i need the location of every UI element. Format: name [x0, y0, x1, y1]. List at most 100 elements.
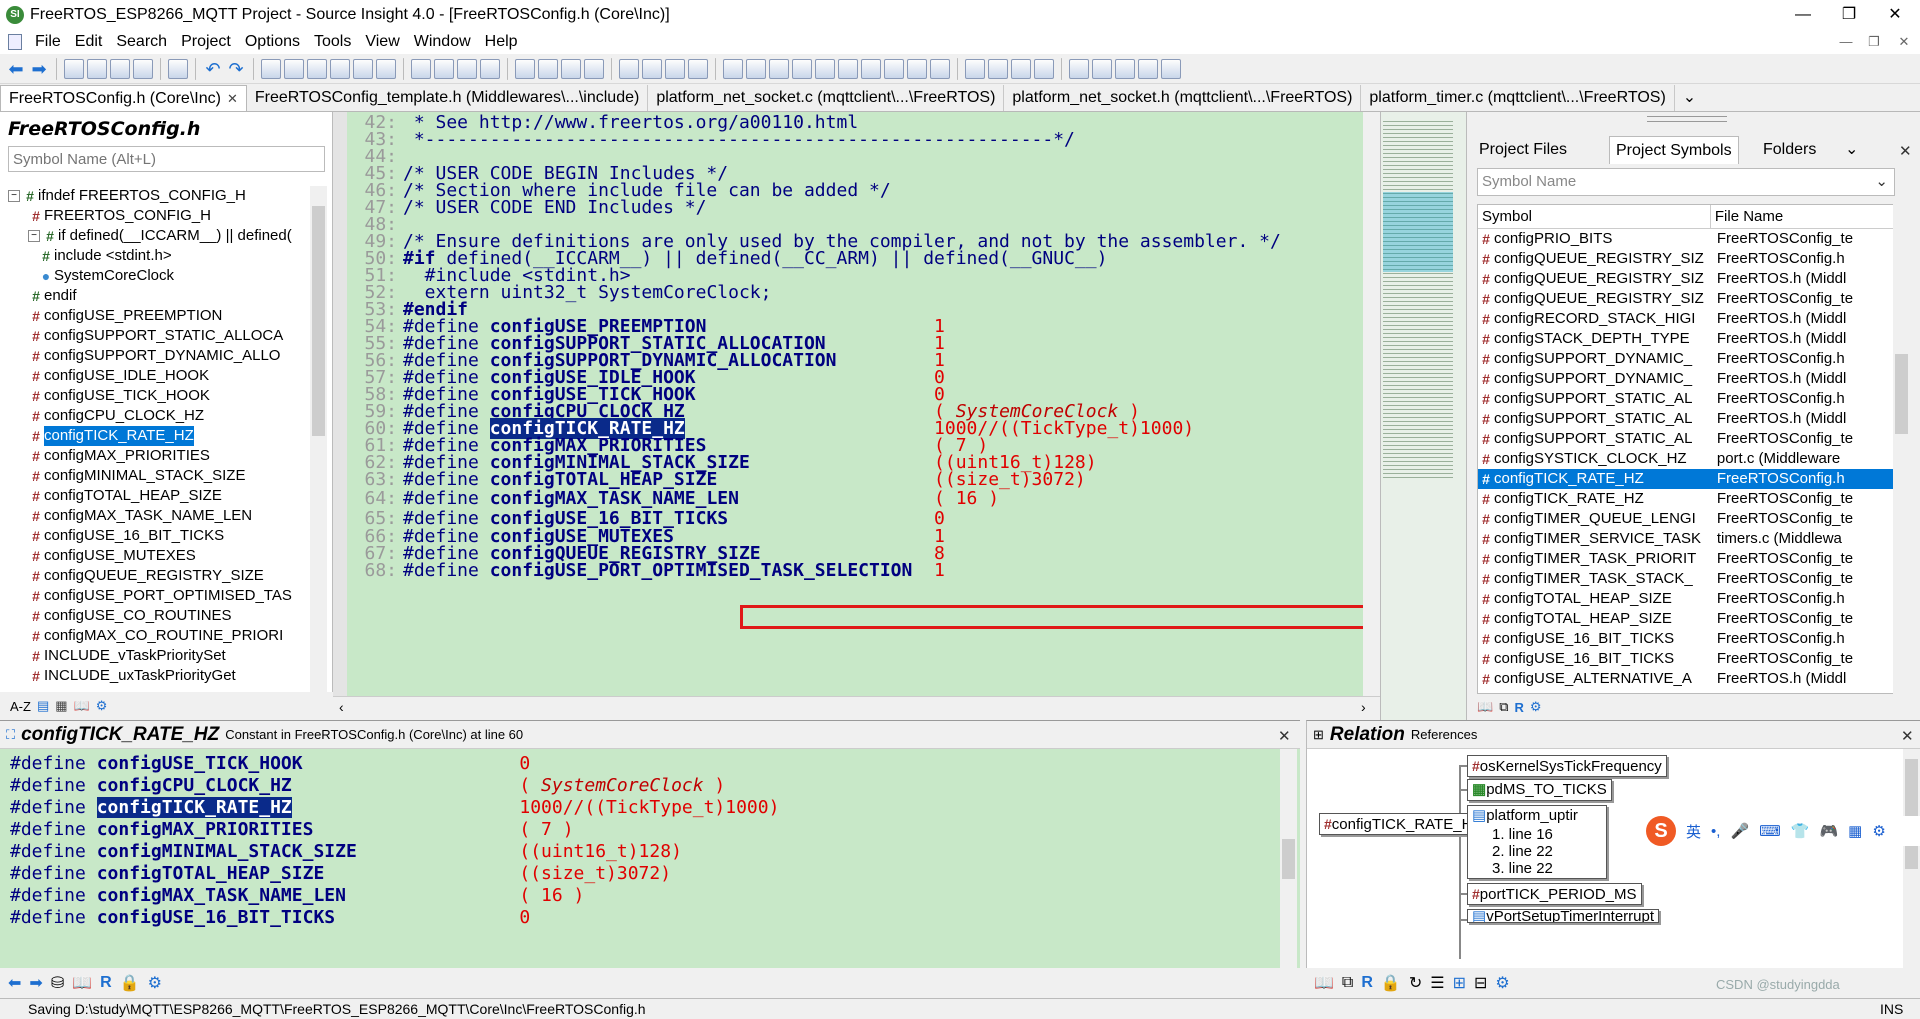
layout-3-icon[interactable]: [665, 58, 685, 79]
symbol-tree-item[interactable]: ● SystemCoreClock: [8, 266, 313, 286]
skin-icon[interactable]: 👕: [1791, 822, 1810, 840]
reference-icon[interactable]: R: [1514, 700, 1523, 715]
tab-close-icon[interactable]: ✕: [227, 91, 238, 106]
grid-icon[interactable]: ▦: [1848, 822, 1862, 840]
jump-icon[interactable]: [284, 58, 304, 79]
tree-view-icon[interactable]: ▦: [55, 698, 67, 714]
column-symbol[interactable]: Symbol: [1478, 205, 1711, 228]
layout-4-icon[interactable]: [688, 58, 708, 79]
symbol-tree-item[interactable]: # configUSE_TICK_HOOK: [8, 386, 313, 406]
tab-platform-timer-c[interactable]: platform_timer.c (mqttclient\...\FreeRTO…: [1361, 85, 1675, 111]
save-all-icon[interactable]: [133, 58, 153, 79]
new-file-icon[interactable]: [64, 58, 84, 79]
context-code-line[interactable]: #define configTICK_RATE_HZ 1000//((TickT…: [10, 797, 779, 819]
project-icon[interactable]: [723, 58, 743, 79]
context-code-line[interactable]: #define configMINIMAL_STACK_SIZE ((uint1…: [10, 841, 779, 863]
compare-icon[interactable]: [930, 58, 950, 79]
symbol-tree-item[interactable]: # configUSE_PREEMPTION: [8, 306, 313, 326]
build-icon[interactable]: [515, 58, 535, 79]
editor-vertical-scrollbar[interactable]: [1363, 112, 1380, 696]
context-code-line[interactable]: #define configUSE_16_BIT_TICKS 0: [10, 907, 779, 929]
menu-window[interactable]: Window: [407, 33, 478, 51]
list-view-icon[interactable]: ▤: [37, 698, 49, 714]
table-row[interactable]: # configTICK_RATE_HZ FreeRTOSConfig.h: [1478, 469, 1894, 489]
context-code-line[interactable]: #define configCPU_CLOCK_HZ ( SystemCoreC…: [10, 775, 779, 797]
tab-folders[interactable]: Folders: [1757, 136, 1822, 164]
code-line[interactable]: 43: *-----------------------------------…: [347, 129, 1074, 150]
line-ref-1[interactable]: 1. line 16: [1472, 826, 1602, 843]
reference-icon[interactable]: [561, 58, 581, 79]
relation-scrollbar[interactable]: [1903, 749, 1920, 969]
gear-icon[interactable]: ⚙: [148, 973, 162, 993]
symbol-tree-item[interactable]: # configSUPPORT_STATIC_ALLOCA: [8, 326, 313, 346]
jump-icon[interactable]: ⛁: [51, 973, 64, 993]
gear-icon[interactable]: ⚙: [1495, 973, 1509, 993]
minimap-viewport[interactable]: [1383, 192, 1453, 272]
search-files-icon[interactable]: [261, 58, 281, 79]
back-icon[interactable]: ⬅: [6, 59, 26, 79]
scrollbar-thumb[interactable]: [1282, 839, 1295, 879]
graph-layout-icon[interactable]: ⊞: [1453, 973, 1466, 993]
relation-node[interactable]: ▦pdMS_TO_TICKS: [1467, 779, 1612, 801]
book-icon[interactable]: 📖: [74, 698, 90, 714]
mdi-restore-button[interactable]: ❐: [1862, 30, 1886, 54]
symbol-tree-item[interactable]: # configUSE_MUTEXES: [8, 546, 313, 566]
keyboard-icon[interactable]: ⌨: [1759, 822, 1781, 840]
table-row[interactable]: # configSUPPORT_DYNAMIC_ FreeRTOS.h (Middl: [1478, 369, 1894, 389]
column-file-name[interactable]: File Name: [1711, 205, 1894, 228]
code-line[interactable]: 64: #define configMAX_TASK_NAME_LEN ( 16 …: [347, 488, 999, 509]
symbol-tree-item[interactable]: # configTICK_RATE_HZ: [8, 426, 313, 446]
redo-icon[interactable]: ↷: [226, 59, 246, 79]
delete-icon[interactable]: [1034, 58, 1054, 79]
code-editor[interactable]: 42: * See http://www.freertos.org/a00110…: [333, 112, 1592, 696]
scrollbar-thumb[interactable]: [1895, 354, 1908, 434]
editor-horizontal-scrollbar[interactable]: ‹ ›: [333, 696, 1380, 720]
table-row[interactable]: # configSUPPORT_STATIC_AL FreeRTOSConfig.h: [1478, 389, 1894, 409]
menu-options[interactable]: Options: [238, 33, 307, 51]
context-close-icon[interactable]: ✕: [1278, 727, 1291, 745]
symbol-tree-item[interactable]: # configCPU_CLOCK_HZ: [8, 406, 313, 426]
scrollbar-thumb[interactable]: [1905, 759, 1918, 869]
scroll-left-icon[interactable]: ‹: [339, 699, 344, 715]
menu-edit[interactable]: Edit: [68, 33, 110, 51]
copy-icon[interactable]: ⧉: [1499, 699, 1508, 715]
bookmark-icon[interactable]: [411, 58, 431, 79]
symbol-tree-item[interactable]: # configMINIMAL_STACK_SIZE: [8, 466, 313, 486]
back-icon[interactable]: ⬅: [8, 973, 21, 993]
maximize-button[interactable]: ❐: [1826, 0, 1872, 30]
relation-icon[interactable]: [584, 58, 604, 79]
open-file-icon[interactable]: [87, 58, 107, 79]
symbol-table-scrollbar[interactable]: [1893, 204, 1910, 694]
panel-icon[interactable]: [769, 58, 789, 79]
microphone-icon[interactable]: 🎤: [1730, 822, 1749, 840]
forward-icon[interactable]: ➡: [29, 973, 42, 993]
menu-search[interactable]: Search: [109, 33, 174, 51]
table-row[interactable]: # configSUPPORT_STATIC_AL FreeRTOS.h (Midd…: [1478, 409, 1894, 429]
relation-node[interactable]: ▤vPortSetupTimerInterrupt: [1467, 909, 1660, 923]
code-line[interactable]: 68: #define configUSE_PORT_OPTIMISED_TASK…: [347, 560, 944, 581]
panel-close-icon[interactable]: ✕: [1899, 142, 1912, 160]
table-row[interactable]: # configSTACK_DEPTH_TYPE FreeRTOS.h (Middl: [1478, 329, 1894, 349]
layout-2-icon[interactable]: [642, 58, 662, 79]
tab-freertosconfig-h[interactable]: FreeRTOSConfig.h (Core\Inc) ✕: [0, 85, 247, 111]
forward-icon[interactable]: ➡: [29, 59, 49, 79]
menu-project[interactable]: Project: [174, 33, 238, 51]
table-row[interactable]: # configUSE_16_BIT_TICKS FreeRTOSConfig_te: [1478, 649, 1894, 669]
print-icon[interactable]: [168, 58, 188, 79]
context-code-line[interactable]: #define configUSE_TICK_HOOK 0: [10, 753, 779, 775]
indent-icon[interactable]: [965, 58, 985, 79]
symbol-tree-item[interactable]: # configMAX_TASK_NAME_LEN: [8, 506, 313, 526]
book-icon[interactable]: 📖: [72, 973, 92, 993]
table-row[interactable]: # configTIMER_SERVICE_TASK timers.c (Middl…: [1478, 529, 1894, 549]
mdi-minimize-button[interactable]: —: [1834, 30, 1858, 54]
table-row[interactable]: # configTIMER_TASK_PRIORIT FreeRTOSConfig_…: [1478, 549, 1894, 569]
book-icon[interactable]: 📖: [1314, 973, 1334, 993]
menu-help[interactable]: Help: [478, 33, 525, 51]
tab-freertosconfig-template[interactable]: FreeRTOSConfig_template.h (Middlewares\.…: [247, 85, 649, 111]
symbol-tree-item[interactable]: # include <stdint.h>: [8, 246, 313, 266]
view-b-icon[interactable]: [1092, 58, 1112, 79]
bookmark-next-icon[interactable]: [434, 58, 454, 79]
gear-icon[interactable]: ⚙: [1530, 699, 1542, 715]
symbol-icon[interactable]: [538, 58, 558, 79]
context-scrollbar[interactable]: [1280, 749, 1297, 969]
